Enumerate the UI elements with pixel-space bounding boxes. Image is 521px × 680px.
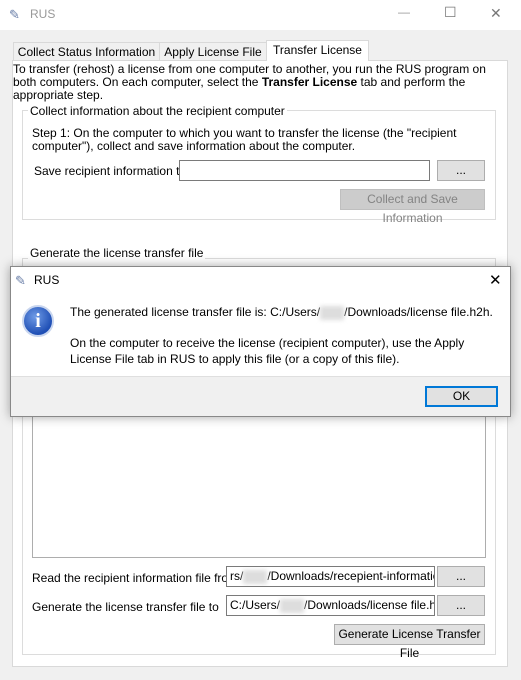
save-recipient-label: Save recipient information to (34, 164, 187, 178)
dialog-close-button[interactable]: ✕ (489, 271, 502, 289)
maximize-button[interactable]: ☐ (444, 4, 457, 21)
close-button[interactable]: ✕ (490, 5, 502, 22)
app-icon: ✎ (15, 273, 26, 288)
tab-collect-status[interactable]: Collect Status Information (13, 42, 160, 61)
message-dialog: ✎ RUS ✕ i The generated license transfer… (10, 266, 511, 417)
tab-apply-license[interactable]: Apply License File (159, 42, 267, 61)
dialog-message-line1: The generated license transfer file is: … (70, 305, 493, 320)
generate-file-input[interactable]: C:/Users//Downloads/license file.h2h (226, 595, 435, 616)
step1-text: Step 1: On the computer to which you wan… (32, 126, 457, 153)
browse-save-button[interactable]: ... (437, 160, 485, 181)
dialog-message-line2: On the computer to receive the license (… (70, 336, 465, 366)
window-title: RUS (30, 7, 56, 21)
save-recipient-input[interactable] (179, 160, 430, 181)
recipient-info-textarea[interactable] (32, 410, 486, 558)
info-icon: i (22, 305, 54, 337)
minimize-button[interactable]: — (398, 5, 410, 19)
ok-button[interactable]: OK (425, 386, 498, 407)
dialog-footer: OK (11, 376, 510, 416)
browse-read-button[interactable]: ... (437, 566, 485, 587)
generate-file-label: Generate the license transfer file to (32, 600, 219, 614)
read-recipient-input[interactable]: rs//Downloads/recepient-information.id (226, 566, 435, 587)
collect-group-title: Collect information about the recipient … (28, 104, 287, 118)
intro-text: To transfer (rehost) a license from one … (13, 62, 486, 102)
tab-transfer-license[interactable]: Transfer License (266, 40, 369, 61)
generate-transfer-button[interactable]: Generate License Transfer File (334, 624, 485, 660)
dialog-title: RUS (34, 273, 60, 287)
read-recipient-label: Read the recipient information file from (32, 571, 239, 585)
title-bar: ✎ RUS — ☐ ✕ (0, 0, 521, 30)
collect-save-button[interactable]: Collect and Save Information (340, 189, 485, 225)
browse-generate-button[interactable]: ... (437, 595, 485, 616)
app-icon: ✎ (9, 7, 20, 22)
generate-group-title: Generate the license transfer file (28, 246, 206, 260)
